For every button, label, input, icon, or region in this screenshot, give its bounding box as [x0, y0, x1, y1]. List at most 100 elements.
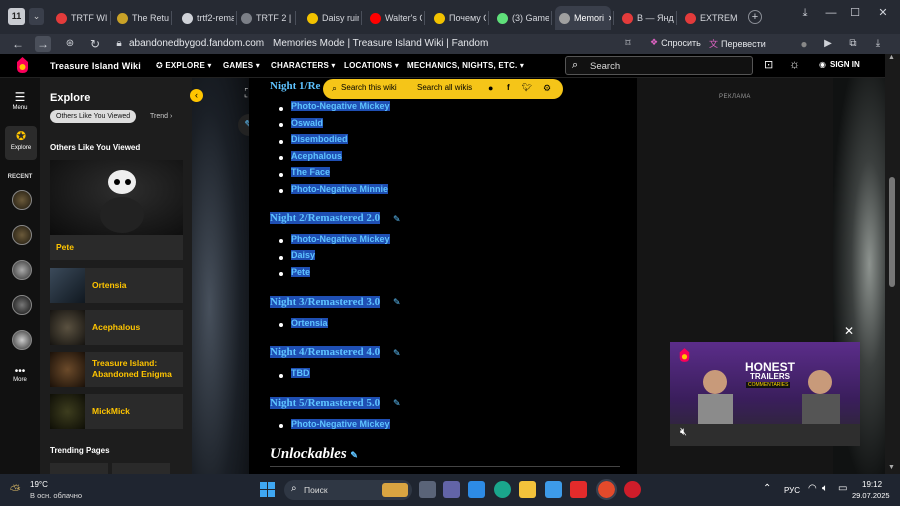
- explore-card-ortensia[interactable]: Ortensia: [50, 268, 183, 303]
- opera-icon[interactable]: [624, 481, 641, 498]
- browser-tab[interactable]: (3) Game: [493, 6, 549, 30]
- night2-item-3[interactable]: Pete: [291, 267, 311, 277]
- wifi-icon[interactable]: ◠: [808, 483, 817, 494]
- bookmark-icon[interactable]: ⌑: [620, 36, 636, 52]
- reload-button[interactable]: ↻: [87, 36, 103, 52]
- taskbar-search-input[interactable]: ⌕ Поиск: [284, 480, 412, 500]
- explore-card-acephalous[interactable]: Acephalous: [50, 310, 183, 345]
- explorer-icon[interactable]: [519, 481, 536, 498]
- browser-tab[interactable]: trtf2-rema: [178, 6, 234, 30]
- night1-item-5[interactable]: The Face: [291, 167, 331, 177]
- downloads-icon[interactable]: ⤓: [794, 4, 816, 22]
- browser-tab[interactable]: The Return: [113, 6, 169, 30]
- store-icon[interactable]: [468, 481, 485, 498]
- tab-overview-button[interactable]: 11: [8, 8, 25, 25]
- new-tab-button[interactable]: +: [748, 10, 762, 24]
- forward-button[interactable]: →: [35, 36, 51, 52]
- recent-page-avatar-5[interactable]: [12, 330, 32, 350]
- ask-button[interactable]: ❖ Спросить: [650, 37, 701, 48]
- fandom-search-input[interactable]: ⌕ Search: [565, 56, 753, 75]
- browser-tab[interactable]: Walter's C: [366, 6, 422, 30]
- clock-time[interactable]: 19:12: [862, 480, 882, 489]
- night2-item-1[interactable]: Photo-Negative Mickey: [291, 234, 390, 244]
- browser-tab[interactable]: TRTF 2 | K: [237, 6, 293, 30]
- play-icon[interactable]: ▶: [820, 36, 836, 52]
- night1-item-2[interactable]: Oswald: [291, 118, 324, 128]
- edit-section-icon[interactable]: ✎: [393, 214, 401, 225]
- extension-icon[interactable]: ●: [796, 36, 812, 52]
- weather-desc[interactable]: В осн. облачно: [30, 491, 82, 500]
- explore-card-treasure-island[interactable]: Treasure Island: Abandoned Enigma: [50, 352, 183, 387]
- browser-tab[interactable]: EXTREME: [681, 6, 737, 30]
- search-this-wiki-button[interactable]: ⌕ Search this wiki: [332, 83, 397, 94]
- night1-item-1[interactable]: Photo-Negative Mickey: [291, 101, 390, 111]
- nav-games[interactable]: GAMES ▾: [223, 61, 260, 70]
- volume-icon[interactable]: 🔈︎: [822, 483, 828, 494]
- mute-icon[interactable]: 🔇︎: [680, 426, 687, 439]
- reddit-icon[interactable]: ●: [488, 83, 493, 93]
- nav-mechanics[interactable]: MECHANICS, NIGHTS, ETC. ▾: [407, 61, 524, 70]
- apps-icon[interactable]: [545, 481, 562, 498]
- close-tab-icon[interactable]: ✕: [608, 14, 611, 23]
- explore-card-pete[interactable]: Pete: [50, 160, 183, 260]
- minimize-button[interactable]: —: [820, 4, 842, 22]
- night5-item-1[interactable]: Photo-Negative Mickey: [291, 419, 390, 429]
- nav-characters[interactable]: CHARACTERS ▾: [271, 61, 336, 70]
- explore-side-button[interactable]: ✪ Explore: [5, 126, 37, 160]
- recent-page-avatar-3[interactable]: [12, 260, 32, 280]
- browser-tab[interactable]: Daisy ruin: [303, 6, 359, 30]
- theme-toggle-icon[interactable]: ☼: [789, 57, 800, 71]
- fandom-logo-icon[interactable]: [15, 57, 30, 73]
- scroll-up-arrow-icon[interactable]: ▲: [888, 54, 895, 61]
- video-close-button[interactable]: ✕: [844, 324, 854, 338]
- search-all-wikis-button[interactable]: Search all wikis: [417, 83, 472, 92]
- explore-card-mickmick[interactable]: MickMick: [50, 394, 183, 429]
- recent-page-avatar-4[interactable]: [12, 295, 32, 315]
- wiki-name[interactable]: Treasure Island Wiki: [50, 61, 141, 71]
- notifications-icon[interactable]: ⊡: [764, 58, 773, 71]
- nav-explore[interactable]: ✪ EXPLORE ▾: [156, 61, 212, 70]
- menu-button[interactable]: ☰ Menu: [0, 90, 40, 111]
- task-view-icon[interactable]: [419, 481, 436, 498]
- night1-item-3[interactable]: Disembodied: [291, 134, 348, 144]
- collections-icon[interactable]: ⧉: [845, 36, 861, 52]
- battery-icon[interactable]: ▭: [838, 483, 847, 494]
- page-scrollbar[interactable]: ▲ ▼: [885, 54, 900, 474]
- shield-icon[interactable]: ⊛: [62, 36, 78, 52]
- gear-icon[interactable]: ⚙: [543, 83, 551, 94]
- back-button[interactable]: ←: [10, 36, 26, 52]
- close-window-button[interactable]: ✕: [872, 4, 894, 22]
- scroll-down-arrow-icon[interactable]: ▼: [888, 464, 895, 471]
- tab-list-chevron-icon[interactable]: ⌄: [29, 8, 44, 25]
- edge-icon[interactable]: [494, 481, 511, 498]
- yandex-icon[interactable]: [570, 481, 587, 498]
- url-field[interactable]: abandonedbygod.fandom.com: [129, 38, 264, 49]
- nav-locations[interactable]: LOCATIONS ▾: [344, 61, 399, 70]
- scroll-thumb[interactable]: [889, 177, 895, 287]
- maximize-button[interactable]: ☐: [844, 4, 866, 22]
- night3-item-1[interactable]: Ortensia: [291, 318, 328, 328]
- translate-button[interactable]: 文 Перевести: [709, 37, 766, 50]
- weather-temp[interactable]: 19°C: [30, 480, 48, 489]
- night1-item-6[interactable]: Photo-Negative Minnie: [291, 184, 389, 194]
- twitter-icon[interactable]: 🐦︎: [522, 83, 532, 92]
- tray-chevron-icon[interactable]: ⌃: [763, 483, 771, 494]
- more-button[interactable]: ••• More: [0, 366, 40, 383]
- collapse-panel-button[interactable]: ‹: [190, 89, 203, 102]
- yandex-browser-icon[interactable]: [596, 479, 617, 500]
- video-thumbnail[interactable]: [670, 342, 860, 446]
- clock-date[interactable]: 29.07.2025: [852, 491, 890, 500]
- edit-section-icon[interactable]: ✎: [393, 398, 401, 409]
- edit-section-icon[interactable]: ✎: [350, 450, 358, 460]
- teams-icon[interactable]: [443, 481, 460, 498]
- trending-thumbnail-1[interactable]: [50, 463, 108, 474]
- night1-item-4[interactable]: Acephalous: [291, 151, 343, 161]
- language-indicator[interactable]: РУС: [784, 486, 800, 495]
- night4-item-1[interactable]: TBD: [291, 368, 310, 378]
- recent-page-avatar-2[interactable]: [12, 225, 32, 245]
- edit-section-icon[interactable]: ✎: [393, 297, 401, 308]
- browser-tab[interactable]: Memori✕: [555, 6, 611, 30]
- download-icon[interactable]: ⤓: [870, 36, 886, 52]
- browser-tab[interactable]: TRTF WIKI: [52, 6, 108, 30]
- browser-tab[interactable]: В — Янде: [618, 6, 674, 30]
